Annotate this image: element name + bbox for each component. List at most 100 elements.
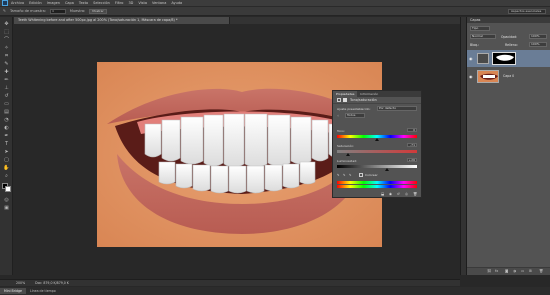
hand-adjust-icon[interactable]: ☝ (337, 114, 342, 118)
sample-size-field[interactable]: 4 (49, 8, 66, 14)
layer-mask-thumbnail[interactable] (492, 52, 516, 65)
properties-panel: Propiedades Información Tono/saturación … (332, 90, 422, 198)
marquee-tool-icon[interactable]: ⬚ (2, 29, 11, 36)
opacity-label: Opacidad: (501, 35, 518, 39)
visibility-eye-icon[interactable]: ◉ (469, 56, 473, 61)
tab-timeline[interactable]: Línea de tiempo (26, 288, 60, 294)
show-ring-button[interactable]: Mostrar (89, 8, 107, 14)
sample-size-label: Tamaño de muestra: (9, 9, 46, 13)
layer-name[interactable]: Capa 0 (503, 74, 543, 78)
menu-vista[interactable]: Vista (138, 1, 147, 5)
colorize-checkbox[interactable] (359, 173, 363, 177)
delete-layer-icon[interactable]: 🗑 (539, 269, 543, 273)
eraser-tool-icon[interactable]: ▭ (2, 101, 11, 108)
eyedropper-minus-icon[interactable]: ✎ (349, 173, 355, 177)
mask-icon[interactable] (343, 98, 347, 102)
clone-stamp-tool-icon[interactable]: ⊥ (2, 85, 11, 92)
zoom-tool-icon[interactable]: ⌕ (2, 173, 11, 180)
visibility-icon[interactable]: ◎ (405, 192, 408, 196)
color-range-bar-bottom (337, 185, 417, 188)
menu-bar: Archivo Edición Imagen Capa Texto Selecc… (0, 0, 550, 7)
menu-imagen[interactable]: Imagen (47, 1, 60, 5)
new-adjustment-icon[interactable]: ◑ (513, 269, 516, 273)
lasso-tool-icon[interactable]: ⌒ (2, 37, 11, 44)
layer-kind-filter[interactable]: Tipo (470, 26, 490, 31)
new-group-icon[interactable]: ▭ (521, 269, 524, 273)
visibility-eye-icon[interactable]: ◉ (469, 74, 473, 79)
delete-icon[interactable]: 🗑 (413, 192, 417, 196)
gradient-tool-icon[interactable]: ▤ (2, 109, 11, 116)
opacity-field[interactable]: 100% (529, 34, 547, 39)
menu-seleccion[interactable]: Selección (93, 1, 110, 5)
menu-archivo[interactable]: Archivo (11, 1, 24, 5)
hand-tool-icon[interactable]: ✋ (2, 165, 11, 172)
lock-label: Bloq.: (470, 43, 480, 47)
pen-tool-icon[interactable]: ✒ (2, 133, 11, 140)
healing-brush-tool-icon[interactable]: ✚ (2, 69, 11, 76)
adjustment-layer-icon (337, 98, 341, 102)
saturation-value[interactable]: -71 (407, 143, 417, 147)
menu-3d[interactable]: 3D (128, 1, 133, 5)
menu-filtro[interactable]: Filtro (115, 1, 124, 5)
history-brush-tool-icon[interactable]: ↺ (2, 93, 11, 100)
color-range-bar-top (337, 181, 417, 184)
crop-tool-icon[interactable]: ⌗ (2, 53, 11, 60)
view-previous-icon[interactable]: ◉ (389, 192, 392, 196)
menu-edicion[interactable]: Edición (29, 1, 42, 5)
options-bar: ✎ Tamaño de muestra: 4 Muestra: Mostrar (0, 7, 550, 16)
tab-mini-bridge[interactable]: Mini Bridge (0, 288, 26, 294)
eyedropper-icon[interactable]: ✎ (3, 9, 6, 13)
fill-field[interactable]: 100% (529, 42, 547, 47)
brush-tool-icon[interactable]: ✏ (2, 77, 11, 84)
document-tab[interactable]: Teeth Whitening before and after 500px.j… (14, 17, 230, 24)
doc-info[interactable]: Doc: 879,0 K/879,0 K (35, 281, 69, 285)
menu-ventana[interactable]: Ventana (152, 1, 166, 5)
type-tool-icon[interactable]: T (2, 141, 11, 148)
eyedropper-tool-icon[interactable]: ✎ (2, 61, 11, 68)
preset-select[interactable]: Por defecto (377, 106, 417, 111)
photoshop-logo-icon (2, 0, 8, 6)
blur-tool-icon[interactable]: ◔ (2, 117, 11, 124)
link-layers-icon[interactable]: ⛓ (487, 269, 491, 273)
lightness-slider[interactable] (337, 165, 417, 168)
preset-label: Ajuste preestablecido: (337, 107, 371, 111)
saturation-slider-thumb[interactable] (346, 153, 350, 156)
hue-value[interactable]: 0 (407, 128, 417, 132)
screen-mode-icon[interactable]: ▣ (2, 205, 11, 212)
menu-capa[interactable]: Capa (65, 1, 74, 5)
hue-slider-thumb[interactable] (375, 138, 379, 141)
saturation-label: Saturación: (337, 144, 355, 148)
background-color-swatch[interactable] (5, 186, 11, 192)
blend-mode-select[interactable]: Normal (470, 34, 496, 39)
tab-info[interactable]: Información (357, 92, 381, 96)
clip-to-layer-icon[interactable]: ⬓ (381, 192, 384, 196)
quick-mask-icon[interactable]: ◎ (2, 197, 11, 204)
layer-row-adjustment[interactable]: ◉ (467, 50, 550, 67)
new-layer-icon[interactable]: ⊞ (529, 269, 532, 273)
bottom-panel-tabs: Mini Bridge Línea de tiempo (0, 287, 550, 295)
tab-properties[interactable]: Propiedades (333, 91, 358, 97)
move-tool-icon[interactable]: ✥ (2, 21, 11, 28)
zoom-level[interactable]: 200% (16, 281, 25, 285)
menu-texto[interactable]: Texto (79, 1, 88, 5)
fill-label: Relleno: (505, 43, 518, 47)
shape-tool-icon[interactable]: ▢ (2, 157, 11, 164)
lightness-slider-thumb[interactable] (385, 168, 389, 171)
layer-style-icon[interactable]: fx (495, 269, 498, 273)
dodge-tool-icon[interactable]: ◐ (2, 125, 11, 132)
tools-panel: ✥ ⬚ ⌒ ✧ ⌗ ✎ ✚ ✏ ⊥ ↺ ▭ ▤ ◔ ◐ ✒ T ➤ ▢ ✋ ⌕ … (0, 17, 13, 275)
layers-header[interactable]: Capas (467, 17, 550, 23)
layer-row-image[interactable]: ◉ Capa 0 (467, 68, 550, 85)
path-select-tool-icon[interactable]: ➤ (2, 149, 11, 156)
sample-label: Muestra: (69, 9, 86, 13)
properties-title: Tono/saturación (350, 98, 377, 102)
colorize-label: Colorear (365, 173, 378, 177)
lightness-value[interactable]: +26 (407, 158, 417, 162)
channel-select[interactable]: Todos (345, 113, 365, 118)
menu-ayuda[interactable]: Ayuda (171, 1, 182, 5)
add-mask-icon[interactable]: ◙ (505, 269, 508, 273)
lightness-label: Luminosidad: (337, 159, 358, 163)
quick-select-tool-icon[interactable]: ✧ (2, 45, 11, 52)
reset-icon[interactable]: ↺ (397, 192, 400, 196)
workspace-select[interactable]: Aspectos esenciales (508, 9, 546, 14)
